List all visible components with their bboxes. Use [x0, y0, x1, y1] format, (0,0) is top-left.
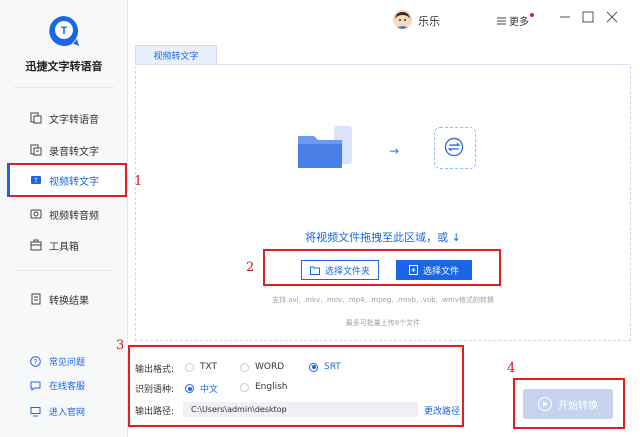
- convert-icon: [434, 127, 476, 169]
- folder-icon: [298, 126, 352, 168]
- format-radio-srt[interactable]: SRT: [309, 362, 341, 372]
- monitor-icon: [30, 406, 41, 416]
- video-to-text-icon: T: [31, 176, 41, 185]
- menu-icon: [497, 17, 506, 24]
- online-support-label: 在线客服: [49, 381, 86, 392]
- official-site-link[interactable]: 进入官网: [0, 403, 128, 419]
- folder-small-icon: [309, 266, 320, 275]
- tab-divider: [135, 64, 631, 65]
- annotation-4: 4: [507, 361, 516, 376]
- tab-video-to-text[interactable]: 视频转文字: [135, 45, 217, 65]
- select-folder-button[interactable]: 选择文件夹: [301, 260, 379, 280]
- output-path-input[interactable]: [183, 402, 418, 417]
- sidebar-item-label: 转换结果: [49, 295, 89, 307]
- sidebar-item-video-to-text[interactable]: T 视频转文字: [7, 163, 127, 197]
- add-file-icon: [408, 265, 418, 275]
- sidebar-item-label: 文字转语音: [49, 114, 99, 126]
- sidebar-item-recording-to-text[interactable]: 录音转文字: [0, 136, 128, 164]
- svg-text:?: ?: [34, 359, 38, 366]
- select-file-label: 选择文件: [422, 265, 459, 276]
- logo-letter: T: [61, 25, 68, 37]
- toolbox-icon: [30, 239, 42, 251]
- chat-icon: [30, 381, 41, 391]
- language-radio-chinese[interactable]: 中文: [185, 382, 218, 395]
- text-to-speech-icon: [30, 112, 42, 124]
- sidebar-item-label: 工具箱: [49, 241, 79, 253]
- radio-circle: [240, 382, 249, 392]
- sidebar-item-label: 视频转文字: [49, 176, 99, 188]
- language-radio-english[interactable]: English: [240, 382, 288, 392]
- sidebar-item-text-to-speech[interactable]: 文字转语音: [0, 104, 128, 132]
- sidebar-divider: [14, 87, 114, 88]
- sidebar-item-video-to-audio[interactable]: 视频转音频: [0, 200, 128, 228]
- select-file-button[interactable]: 选择文件: [396, 260, 472, 280]
- start-convert-label: 开始转换: [558, 400, 598, 412]
- sidebar-item-toolbox[interactable]: 工具箱: [0, 231, 128, 259]
- radio-circle: [185, 384, 194, 393]
- avatar-image: [393, 10, 412, 29]
- output-format-label: 输出格式:: [135, 365, 175, 375]
- format-radio-word[interactable]: WORD: [240, 362, 284, 372]
- notification-dot: [530, 13, 534, 17]
- format-radio-txt[interactable]: TXT: [185, 362, 217, 372]
- sidebar: T 迅捷文字转语音 文字转语音 录音转文字 T 视频转文字 视频转音频 工具箱 …: [0, 0, 128, 437]
- language-chinese-label: 中文: [200, 385, 219, 395]
- user-name[interactable]: 乐乐: [418, 13, 440, 29]
- more-label: 更多: [509, 17, 529, 28]
- start-convert-button[interactable]: 开始转换: [523, 389, 613, 419]
- more-menu-button[interactable]: 更多: [497, 13, 534, 28]
- app-logo-icon: T: [49, 16, 79, 46]
- drop-hint: 将视频文件拖拽至此区域，或 ↓: [305, 231, 461, 244]
- faq-link[interactable]: ? 常见问题: [0, 353, 128, 369]
- change-path-link[interactable]: 更改路径: [424, 404, 460, 417]
- annotation-3: 3: [116, 338, 125, 353]
- radio-circle: [309, 362, 318, 372]
- radio-circle: [240, 362, 249, 372]
- annotation-2: 2: [246, 260, 255, 275]
- output-path-label: 输出路径:: [135, 407, 175, 417]
- video-to-audio-icon: [30, 209, 42, 219]
- sidebar-item-label: 录音转文字: [49, 146, 99, 158]
- maximize-icon[interactable]: [581, 10, 595, 24]
- sidebar-divider: [14, 270, 114, 271]
- arrow-right-icon: →: [389, 144, 400, 158]
- max-files-note: 最多可批量上传8个文件: [345, 319, 421, 327]
- sync-icon: [444, 137, 464, 157]
- close-icon[interactable]: [605, 10, 619, 24]
- question-icon: ?: [30, 355, 41, 367]
- minimize-icon[interactable]: [558, 10, 572, 24]
- recording-to-text-icon: [30, 144, 42, 156]
- radio-circle: [185, 362, 194, 372]
- online-support-link[interactable]: 在线客服: [0, 377, 128, 393]
- official-site-label: 进入官网: [49, 407, 86, 418]
- play-icon: [538, 397, 552, 411]
- format-srt-label: SRT: [324, 362, 341, 372]
- language-english-label: English: [255, 382, 288, 392]
- results-icon: [31, 293, 41, 305]
- select-folder-label: 选择文件夹: [324, 265, 370, 276]
- avatar[interactable]: [393, 10, 412, 29]
- format-word-label: WORD: [255, 362, 285, 372]
- faq-label: 常见问题: [49, 357, 86, 368]
- sidebar-item-results[interactable]: 转换结果: [0, 285, 128, 313]
- sidebar-item-label: 视频转音频: [49, 210, 99, 222]
- app-name: 迅捷文字转语音: [25, 60, 103, 73]
- language-label: 识别语种:: [135, 385, 175, 395]
- supported-formats: 支持.avi, .mkv, .mov, .mp4, .mpeg, .rmvb, …: [271, 296, 495, 304]
- format-txt-label: TXT: [200, 362, 218, 372]
- svg-text:T: T: [34, 179, 38, 185]
